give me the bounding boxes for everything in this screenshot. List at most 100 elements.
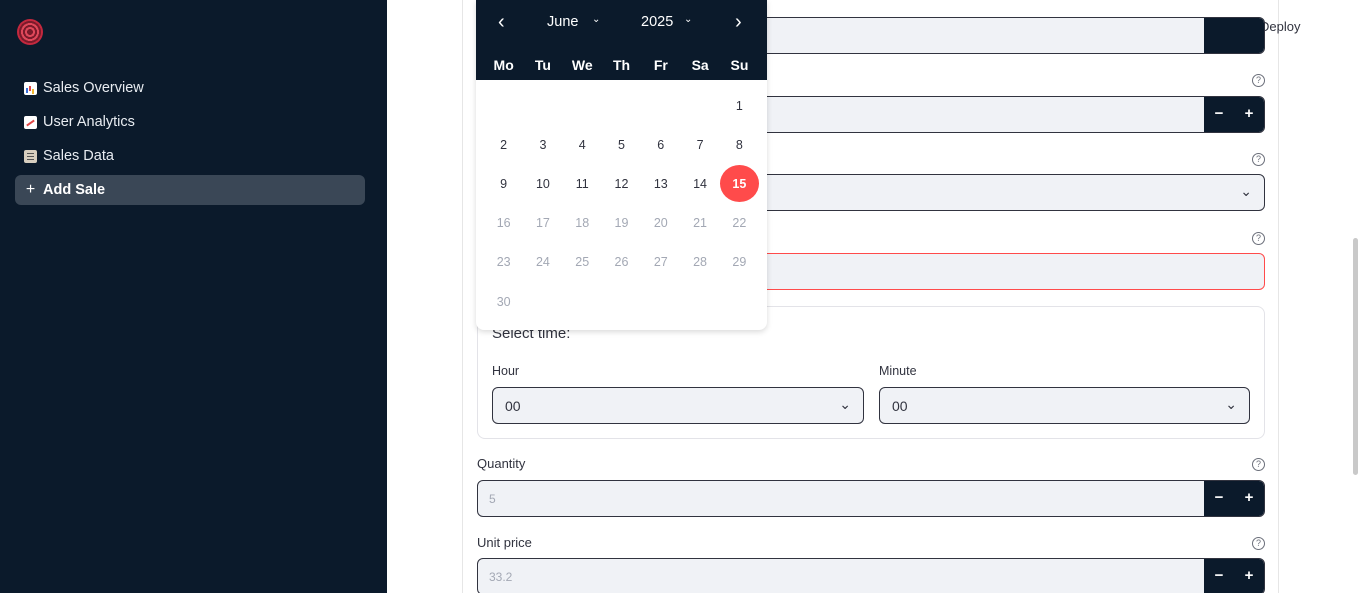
calendar-day[interactable]: 7	[680, 125, 719, 164]
help-icon[interactable]: ?	[1252, 537, 1265, 550]
calendar-day[interactable]: 2	[484, 125, 523, 164]
calendar-header: ‹ June ⌄ 2025 ⌄ › Mo Tu We Th Fr Sa Su	[476, 0, 767, 80]
stepper: − +	[1204, 97, 1264, 132]
calendar-grid: 1 2 3 4 5 6 7 8 9 10 11 12 13 14 15 16 17 18 19 20 21 22 23 24 2…	[484, 86, 759, 321]
calendar-day-selected[interactable]: 15	[719, 164, 759, 203]
weekday-header: Mo Tu We Th Fr Sa Su	[484, 57, 759, 73]
hour-select[interactable]: 00 ⌄	[492, 387, 864, 424]
help-icon[interactable]: ?	[1252, 153, 1265, 166]
quantity-stepper: − +	[1204, 481, 1264, 516]
sidebar-item-label: User Analytics	[43, 114, 135, 130]
weekday-label: Th	[612, 57, 631, 73]
form-border	[1278, 0, 1279, 593]
calendar-week: 1	[484, 86, 759, 125]
increment-button[interactable]: +	[1234, 559, 1264, 593]
clipboard-icon	[24, 149, 37, 163]
calendar-empty-cell	[680, 86, 719, 125]
weekday-label: Tu	[534, 57, 551, 73]
calendar-day: 18	[575, 216, 590, 231]
app-logo[interactable]	[17, 19, 43, 45]
prev-month-icon[interactable]: ‹	[498, 11, 505, 34]
calendar-empty-cell	[563, 282, 602, 321]
sidebar-item-add-sale[interactable]: + Add Sale	[15, 175, 365, 205]
calendar-day: 28	[693, 255, 707, 270]
next-month-icon[interactable]: ›	[735, 11, 742, 34]
hour-label: Hour	[492, 364, 520, 378]
calendar-day[interactable]: 3	[523, 125, 562, 164]
hour-value: 00	[505, 398, 521, 414]
calendar-day[interactable]: 6	[641, 125, 680, 164]
year-select[interactable]: 2025	[641, 14, 673, 30]
chevron-down-icon: ⌄	[1240, 183, 1252, 199]
sidebar-item-sales-data[interactable]: Sales Data	[15, 141, 365, 171]
sidebar-item-label: Sales Overview	[43, 80, 144, 96]
calendar-day: 22	[732, 216, 747, 231]
minute-select[interactable]: 00 ⌄	[879, 387, 1250, 424]
calendar-empty-cell	[563, 86, 602, 125]
calendar-day[interactable]: 9	[484, 164, 523, 203]
decrement-button[interactable]: −	[1204, 97, 1234, 132]
calendar-week: 9 10 11 12 13 14 15	[484, 164, 759, 203]
calendar-day: 27	[653, 255, 668, 270]
unit-price-stepper: − +	[1204, 559, 1264, 593]
calendar-day[interactable]: 14	[680, 164, 719, 203]
calendar-day[interactable]: 10	[523, 164, 562, 203]
decrement-button[interactable]: −	[1204, 559, 1234, 593]
calendar-day[interactable]: 12	[602, 164, 641, 203]
calendar-empty-cell	[523, 282, 562, 321]
unit-price-input[interactable]: 33.2 − +	[477, 558, 1265, 593]
month-select[interactable]: June	[547, 14, 578, 30]
increment-button[interactable]: +	[1234, 97, 1264, 132]
calendar-empty-cell	[523, 86, 562, 125]
chevron-down-icon[interactable]: ⌄	[592, 14, 600, 25]
help-icon[interactable]: ?	[1252, 74, 1265, 87]
calendar-week: 30	[484, 282, 759, 321]
form-border	[462, 0, 463, 593]
weekday-label: Sa	[691, 57, 709, 73]
minute-label: Minute	[879, 364, 917, 378]
calendar-day: 20	[653, 216, 668, 231]
calendar-day: 23	[496, 255, 511, 270]
calendar-day[interactable]: 8	[720, 125, 759, 164]
stepper-buttons	[1204, 18, 1264, 53]
increment-button[interactable]: +	[1234, 481, 1264, 516]
calendar-day[interactable]: 4	[563, 125, 602, 164]
calendar-week: 23 24 25 26 27 28 29	[484, 243, 759, 282]
calendar-day: 25	[575, 255, 590, 270]
chevron-down-icon[interactable]: ⌄	[684, 14, 692, 25]
sidebar: Sales Overview User Analytics Sales Data…	[0, 0, 387, 593]
help-icon[interactable]: ?	[1252, 232, 1265, 245]
sidebar-item-sales-overview[interactable]: Sales Overview	[15, 73, 365, 103]
sidebar-item-user-analytics[interactable]: User Analytics	[15, 107, 365, 137]
quantity-input[interactable]: 5 − +	[477, 480, 1265, 517]
calendar-day: 26	[614, 255, 629, 270]
calendar-day[interactable]: 5	[602, 125, 641, 164]
chevron-down-icon: ⌄	[839, 396, 851, 412]
date-picker-popup: ‹ June ⌄ 2025 ⌄ › Mo Tu We Th Fr Sa Su 1234567…	[476, 0, 767, 330]
calendar-empty-cell	[602, 86, 641, 125]
calendar-empty-cell	[641, 282, 680, 321]
quantity-label: Quantity	[477, 456, 526, 471]
calendar-day: 29	[732, 255, 747, 270]
weekday-label: Mo	[493, 57, 514, 73]
calendar-empty-cell	[680, 282, 719, 321]
sidebar-item-label: Add Sale	[43, 182, 106, 198]
calendar-day[interactable]: 1	[720, 86, 759, 125]
calendar-week: 16 17 18 19 20 21 22	[484, 204, 759, 243]
calendar-day: 16	[496, 216, 511, 231]
calendar-empty-cell	[720, 282, 759, 321]
deploy-button[interactable]: Deploy	[1260, 19, 1300, 34]
sidebar-nav: Sales Overview User Analytics Sales Data…	[15, 73, 365, 209]
calendar-day: 30	[496, 294, 511, 309]
unit-price-label: Unit price	[477, 535, 532, 550]
calendar-day[interactable]: 13	[641, 164, 680, 203]
quantity-value: 5	[489, 492, 496, 506]
trend-chart-icon	[24, 115, 37, 129]
calendar-day[interactable]: 11	[563, 164, 602, 203]
calendar-day: 17	[535, 216, 550, 231]
unit-price-value: 33.2	[489, 570, 513, 584]
scrollbar[interactable]	[1353, 238, 1358, 475]
calendar-week: 2345678	[484, 125, 759, 164]
decrement-button[interactable]: −	[1204, 481, 1234, 516]
help-icon[interactable]: ?	[1252, 458, 1265, 471]
